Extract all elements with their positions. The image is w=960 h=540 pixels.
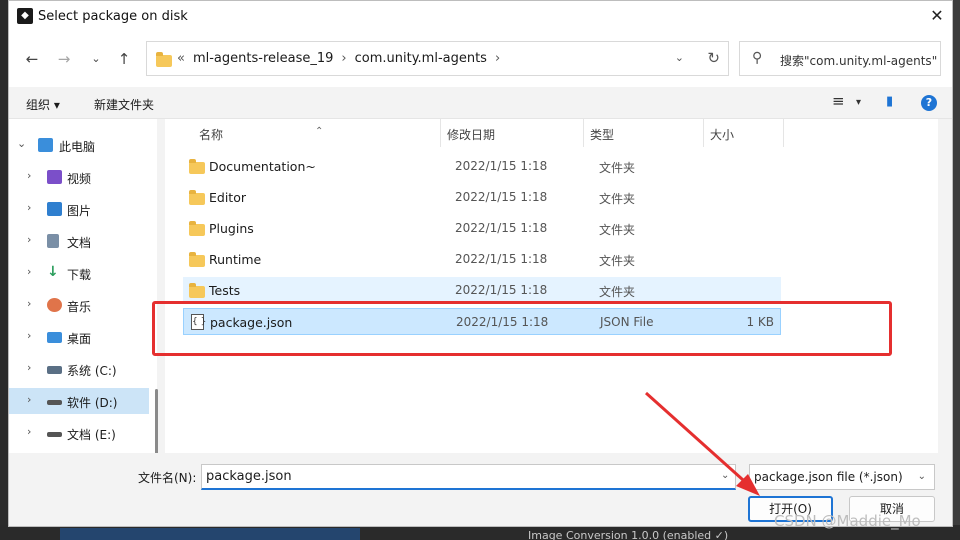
watermark: CSDN @Maddie_Mo	[774, 512, 921, 530]
annotation-arrow	[644, 391, 760, 496]
